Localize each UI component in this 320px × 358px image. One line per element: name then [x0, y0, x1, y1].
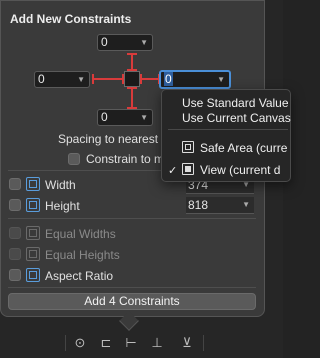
- bottom-constraint-field[interactable]: 0 ▼: [97, 109, 153, 126]
- constrain-margins-label: Constrain to m: [86, 152, 165, 166]
- top-constraint-value: 0: [101, 35, 108, 49]
- height-value: 818: [188, 198, 209, 212]
- safe-area-icon: [182, 141, 194, 153]
- equal-widths-label: Equal Widths: [45, 227, 116, 241]
- right-constraint-value: 0: [164, 72, 173, 86]
- equal-heights-icon: [26, 247, 40, 261]
- constraint-options-menu: Use Standard Value Use Current Canvas Sa…: [161, 89, 291, 182]
- view-placeholder: [124, 71, 140, 87]
- equal-heights-label: Equal Heights: [45, 248, 120, 262]
- equal-widths-icon: [26, 226, 40, 240]
- top-strut[interactable]: [127, 53, 137, 71]
- canvas-background: Add New Constraints 0 ▼ 0 ▼ 0 ▼ 0 ▼ Spac…: [0, 0, 291, 358]
- height-checkbox[interactable]: [9, 199, 21, 211]
- right-constraint-field[interactable]: 0 ▼: [159, 70, 231, 89]
- resolve-icon[interactable]: ⊙: [70, 333, 90, 353]
- left-strut[interactable]: [92, 74, 124, 84]
- chevron-down-icon[interactable]: ▼: [140, 110, 148, 125]
- align-icon[interactable]: ⊏: [96, 333, 116, 353]
- view-icon: [182, 163, 194, 175]
- height-field[interactable]: 818 ▼: [186, 197, 254, 214]
- embed-icon[interactable]: ⊻: [177, 333, 197, 353]
- left-constraint-value: 0: [38, 72, 45, 86]
- menu-item-standard-value[interactable]: Use Standard Value: [182, 96, 289, 110]
- aspect-ratio-checkbox[interactable]: [9, 269, 21, 281]
- chevron-down-icon[interactable]: ▼: [217, 72, 225, 87]
- menu-divider: [168, 129, 288, 130]
- equal-heights-checkbox[interactable]: [9, 248, 21, 260]
- popover-title: Add New Constraints: [10, 12, 132, 26]
- add-constraints-icon[interactable]: ⊢: [121, 333, 141, 353]
- width-label: Width: [45, 178, 76, 192]
- chevron-down-icon[interactable]: ▼: [140, 35, 148, 50]
- chevron-down-icon[interactable]: ▼: [77, 72, 85, 87]
- width-icon: [26, 177, 40, 191]
- menu-item-safe-area[interactable]: Safe Area (curre: [200, 141, 287, 155]
- chevron-down-icon[interactable]: ▼: [242, 197, 250, 213]
- aspect-ratio-label: Aspect Ratio: [45, 269, 114, 283]
- bottom-strut[interactable]: [127, 87, 137, 109]
- spacing-label: Spacing to nearest: [58, 132, 159, 146]
- width-checkbox[interactable]: [9, 178, 21, 190]
- left-constraint-field[interactable]: 0 ▼: [34, 71, 90, 88]
- menu-item-current-canvas[interactable]: Use Current Canvas: [182, 111, 291, 125]
- divider: [8, 287, 256, 288]
- bottom-toolbar: ⊙ ⊏ ⊢ ⊥ ⊻: [60, 333, 283, 355]
- aspect-ratio-icon: [26, 268, 40, 282]
- constrain-margins-checkbox[interactable]: [68, 153, 80, 165]
- menu-item-view[interactable]: View (current d: [200, 163, 280, 177]
- resize-icon[interactable]: ⊥: [147, 333, 167, 353]
- height-icon: [26, 198, 40, 212]
- equal-widths-checkbox[interactable]: [9, 227, 21, 239]
- bottom-constraint-value: 0: [101, 110, 108, 124]
- height-label: Height: [45, 199, 80, 213]
- right-strut[interactable]: [140, 74, 160, 84]
- divider: [8, 218, 256, 219]
- checkmark-icon: ✓: [168, 165, 178, 177]
- add-constraints-button[interactable]: Add 4 Constraints: [8, 293, 256, 310]
- top-constraint-field[interactable]: 0 ▼: [97, 34, 153, 51]
